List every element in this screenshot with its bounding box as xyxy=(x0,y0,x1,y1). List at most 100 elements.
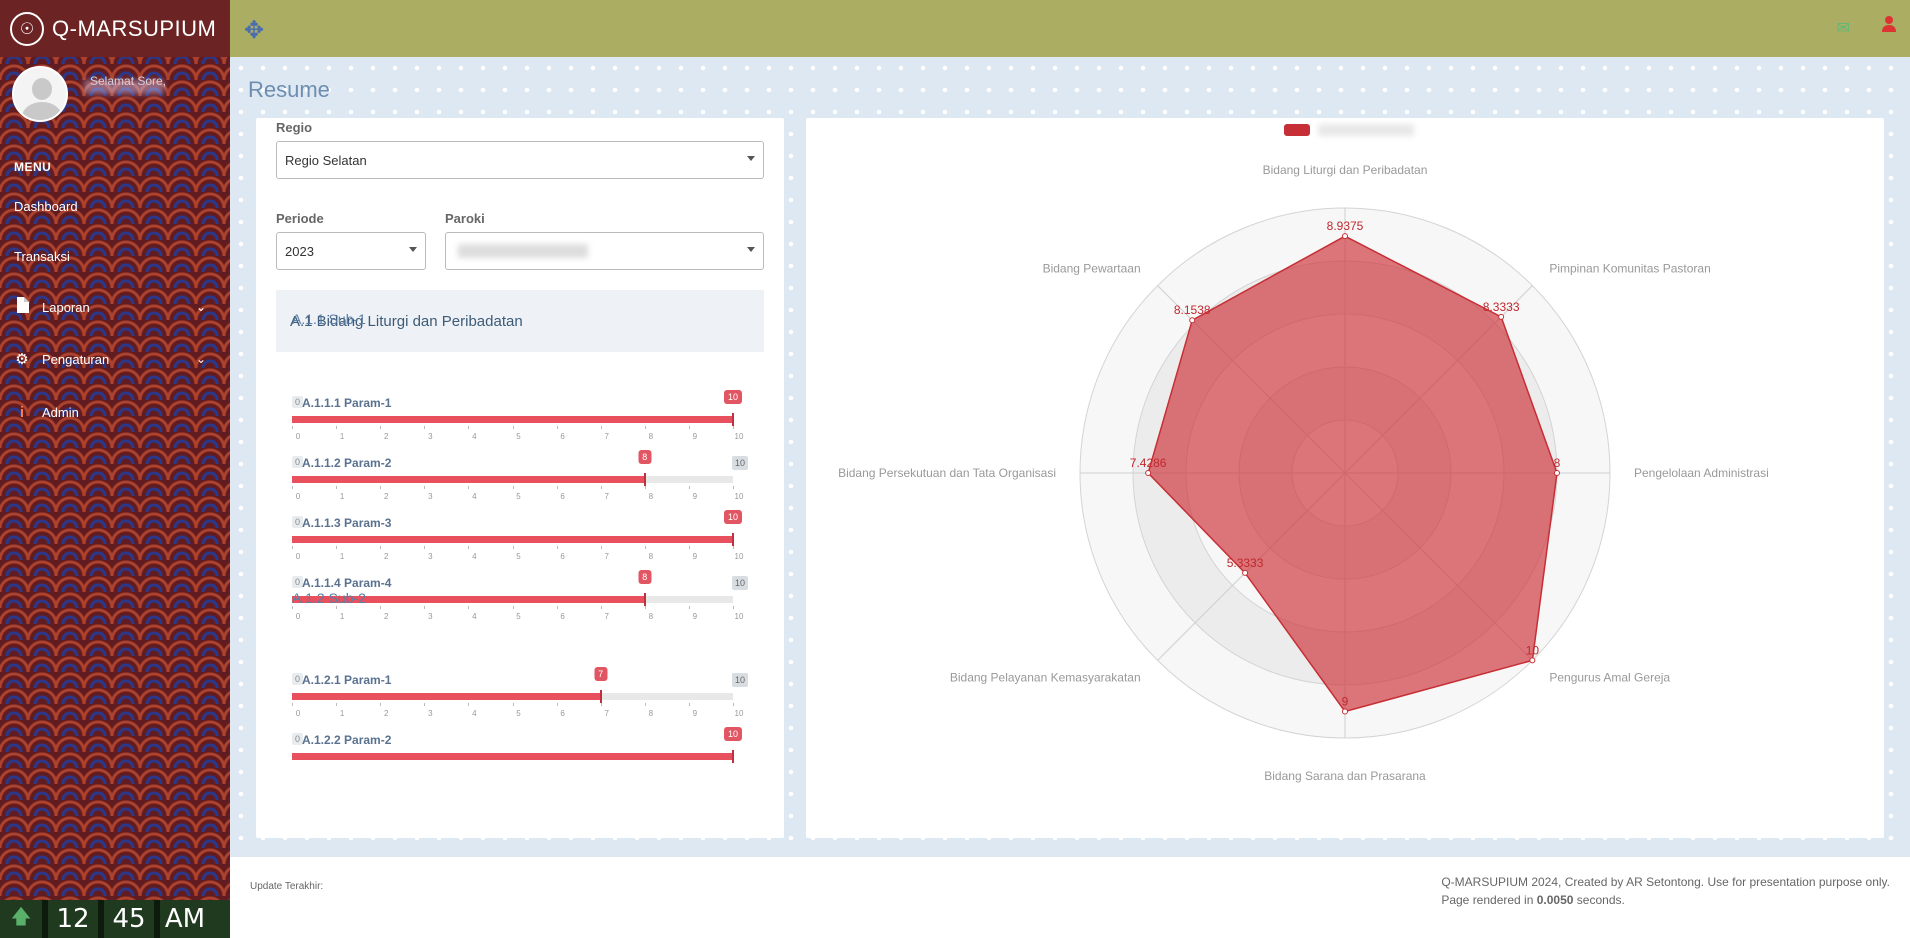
tick-mark xyxy=(424,546,426,549)
radar-value-label: 10 xyxy=(1526,643,1540,657)
tick-label: 1 xyxy=(339,709,345,718)
tick-mark xyxy=(468,703,470,706)
tick-mark xyxy=(468,546,470,549)
tick-mark xyxy=(600,546,602,549)
tick-mark xyxy=(292,546,293,549)
tick-label: 10 xyxy=(734,612,744,621)
radar-value-label: 7.4286 xyxy=(1130,456,1167,470)
clock-minute: 45 xyxy=(112,904,146,934)
radar-value-label: 9 xyxy=(1342,695,1349,709)
radar-point xyxy=(1498,313,1505,320)
slider-handle[interactable] xyxy=(732,533,734,546)
slider-track[interactable]: 10 xyxy=(292,510,743,546)
tick-mark xyxy=(733,486,734,489)
radar-point xyxy=(1342,233,1348,240)
slider-handle[interactable] xyxy=(643,593,646,606)
tick-mark xyxy=(556,606,558,609)
tick-mark xyxy=(336,703,338,706)
slider-track[interactable]: 7 xyxy=(292,667,733,703)
slider-max: 10 xyxy=(731,456,748,470)
tick-label: 2 xyxy=(383,612,389,621)
tick-mark xyxy=(512,546,514,549)
slider-handle[interactable] xyxy=(732,413,734,426)
slider-fill xyxy=(292,476,645,483)
param-slider[interactable]: 0 A.1.2.2 Param-2 10 xyxy=(292,727,748,783)
gear-icon: ⚙ xyxy=(15,351,29,368)
tick-label: 9 xyxy=(692,612,698,621)
slider-track[interactable]: 10 xyxy=(292,727,743,763)
slider-fill xyxy=(292,536,733,543)
brand[interactable]: ☉ Q-MARSUPIUM xyxy=(0,0,230,57)
slider-ticks: 0 1 2 3 4 5 6 7 8 9 10 xyxy=(292,606,743,621)
radar-category-label: Bidang Liturgi dan Peribadatan xyxy=(1263,163,1428,177)
periode-label: Periode xyxy=(276,211,324,226)
tick-mark xyxy=(556,703,558,706)
move-icon[interactable]: ✥ xyxy=(244,16,264,45)
param-slider[interactable]: 0 A.1.2.1 Param-1 10 7 0 1 2 3 4 5 6 7 8 9 10 xyxy=(292,667,748,723)
tick-label: 6 xyxy=(560,552,565,561)
chevron-down-icon: ⌄ xyxy=(195,352,206,366)
mail-icon[interactable]: ✉ xyxy=(1837,18,1850,38)
paroki-select[interactable] xyxy=(445,232,764,270)
slider-handle[interactable] xyxy=(732,750,734,763)
tick-mark xyxy=(380,426,382,429)
tick-label: 5 xyxy=(516,552,521,561)
user-panel: Selamat Sore, xyxy=(12,66,166,122)
tick-mark xyxy=(644,703,646,706)
sidebar-item-laporan[interactable]: Laporan ⌄ xyxy=(0,292,230,322)
tick-mark xyxy=(556,426,558,429)
tick-label: 0 xyxy=(295,492,301,501)
sidebar-item-pengaturan[interactable]: ⚙ Pengaturan ⌄ xyxy=(0,344,230,374)
tick-label: 7 xyxy=(604,612,609,621)
tick-mark xyxy=(733,703,734,706)
slider-value: 8 xyxy=(638,570,652,584)
slider-handle[interactable] xyxy=(599,690,602,703)
top-bar: ✥ ✉ xyxy=(230,0,1910,57)
tick-label: 8 xyxy=(648,612,654,621)
radar-value-label: 8.9375 xyxy=(1327,219,1364,233)
tick-mark xyxy=(292,606,293,609)
user-icon[interactable] xyxy=(1882,16,1896,37)
regio-select[interactable]: Regio Selatan xyxy=(276,141,764,179)
tick-mark xyxy=(644,606,646,609)
tick-mark xyxy=(600,426,602,429)
param-slider[interactable]: 0 A.1.1.3 Param-3 10 0 1 2 3 4 5 6 7 8 9 10 xyxy=(292,510,748,566)
sidebar-item-label: Dashboard xyxy=(14,198,78,214)
radar-point xyxy=(1342,708,1348,715)
radar-value-label: 8 xyxy=(1554,456,1561,470)
clock-ampm: AM xyxy=(164,904,206,934)
sidebar-item-label: Pengaturan xyxy=(42,351,110,367)
slider-track[interactable]: 10 xyxy=(292,390,743,426)
tick-label: 8 xyxy=(648,492,654,501)
chevron-down-icon xyxy=(409,247,417,252)
radar-category-label: Pengurus Amal Gereja xyxy=(1549,670,1670,684)
tick-mark xyxy=(424,486,426,489)
tick-label: 4 xyxy=(472,492,477,501)
tick-mark xyxy=(292,426,293,429)
tick-mark xyxy=(380,606,382,609)
tick-mark xyxy=(644,426,646,429)
sidebar-item-dashboard[interactable]: Dashboard xyxy=(0,191,230,221)
tick-mark xyxy=(380,486,382,489)
sidebar-item-transaksi[interactable]: Transaksi xyxy=(0,241,230,271)
param-slider[interactable]: 0 A.1.1.1 Param-1 10 0 1 2 3 4 5 6 7 8 9 10 xyxy=(292,390,748,446)
sub-title: A.1.2 Sub-2 xyxy=(292,590,366,606)
render-time: Page rendered in 0.0050 seconds. xyxy=(1441,893,1625,907)
slider-ticks: 0 1 2 3 4 5 6 7 8 9 10 xyxy=(292,546,743,561)
tick-mark xyxy=(733,606,734,609)
tick-mark xyxy=(688,426,690,429)
arrow-up-icon[interactable]: 🡅 xyxy=(0,902,42,936)
slider-value: 10 xyxy=(723,510,743,524)
tick-label: 2 xyxy=(383,432,389,441)
slider-track[interactable]: 8 xyxy=(292,450,733,486)
sidebar-item-admin[interactable]: i Admin xyxy=(0,397,230,427)
periode-select[interactable]: 2023 xyxy=(276,232,426,270)
tick-label: 9 xyxy=(692,492,698,501)
tick-mark xyxy=(688,606,690,609)
slider-handle[interactable] xyxy=(643,473,646,486)
tick-mark xyxy=(380,546,382,549)
tick-label: 8 xyxy=(648,552,654,561)
tick-label: 4 xyxy=(472,709,477,718)
param-slider[interactable]: 0 A.1.1.2 Param-2 10 8 0 1 2 3 4 5 6 7 8 9 10 xyxy=(292,450,748,506)
radar-point xyxy=(1529,657,1536,664)
